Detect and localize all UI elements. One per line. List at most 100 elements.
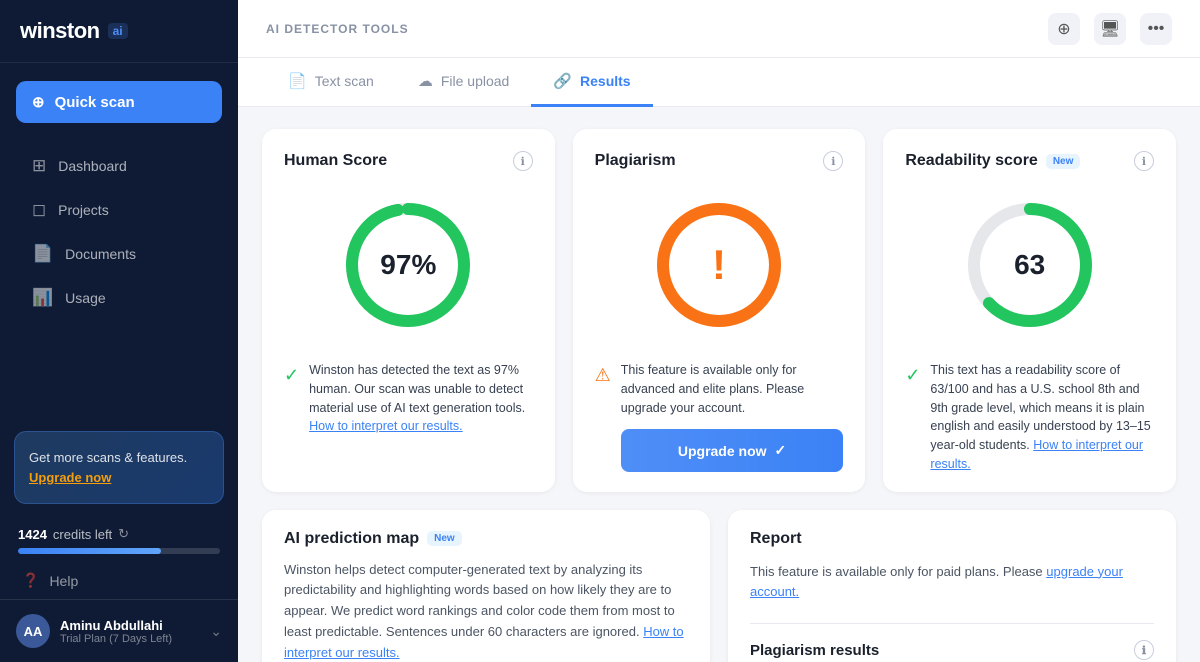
check-icon: ✓ bbox=[905, 362, 920, 389]
readability-donut-wrapper: 63 bbox=[905, 185, 1154, 345]
page-title: AI DETECTOR TOOLS bbox=[266, 22, 409, 36]
logo-area: winston ai bbox=[0, 0, 238, 63]
human-score-footer-text: Winston has detected the text as 97% hum… bbox=[309, 361, 533, 436]
sidebar-item-projects[interactable]: ◻ Projects bbox=[10, 189, 228, 231]
screen-icon: 🖥 bbox=[1100, 19, 1120, 39]
plagiarism-info-icon[interactable]: ℹ bbox=[823, 151, 843, 171]
plagiarism-donut-wrapper: ! bbox=[595, 185, 844, 345]
credits-label: credits left bbox=[53, 527, 112, 542]
add-icon: ⊕ bbox=[1057, 19, 1070, 39]
tab-text-scan[interactable]: 📄 Text scan bbox=[266, 58, 396, 107]
sidebar-item-label: Dashboard bbox=[58, 158, 127, 174]
human-score-info-icon[interactable]: ℹ bbox=[513, 151, 533, 171]
user-info: Aminu Abdullahi Trial Plan (7 Days Left) bbox=[60, 618, 200, 645]
prediction-title-group: AI prediction map New bbox=[284, 530, 688, 548]
more-icon: ••• bbox=[1148, 20, 1165, 38]
upgrade-now-link[interactable]: Upgrade now bbox=[29, 470, 111, 485]
avatar: AA bbox=[16, 614, 50, 648]
projects-icon: ◻ bbox=[32, 200, 46, 220]
readability-info-icon[interactable]: ℹ bbox=[1134, 151, 1154, 171]
plagiarism-results-info-icon[interactable]: ℹ bbox=[1134, 640, 1154, 660]
plagiarism-donut: ! bbox=[649, 195, 789, 335]
topbar: AI DETECTOR TOOLS ⊕ 🖥 ••• bbox=[238, 0, 1200, 58]
card-header: Human Score ℹ bbox=[284, 151, 533, 171]
new-badge: New bbox=[1046, 154, 1081, 169]
credits-number: 1424 bbox=[18, 527, 47, 542]
sidebar-item-label: Documents bbox=[65, 246, 136, 262]
readability-donut: 63 bbox=[960, 195, 1100, 335]
human-score-link[interactable]: How to interpret our results. bbox=[309, 419, 463, 433]
help-icon: ❓ bbox=[22, 572, 39, 589]
file-upload-icon: ☁ bbox=[418, 72, 433, 90]
warning-icon: ⚠ bbox=[595, 362, 611, 389]
card-header: Readability score New ℹ bbox=[905, 151, 1154, 171]
upgrade-banner-text: Get more scans & features. bbox=[29, 450, 187, 465]
quick-scan-label: Quick scan bbox=[55, 94, 135, 111]
readability-card: Readability score New ℹ 63 ✓ bbox=[883, 129, 1176, 492]
card-header: Plagiarism ℹ bbox=[595, 151, 844, 171]
plagiarism-footer: ⚠ This feature is available only for adv… bbox=[595, 361, 844, 472]
plagiarism-results-section: Plagiarism results ℹ bbox=[750, 623, 1154, 660]
human-score-title: Human Score bbox=[284, 152, 387, 170]
plagiarism-title: Plagiarism bbox=[595, 152, 676, 170]
report-title: Report bbox=[750, 530, 802, 548]
main-content: AI DETECTOR TOOLS ⊕ 🖥 ••• 📄 Text scan ☁ … bbox=[238, 0, 1200, 662]
usage-icon: 📊 bbox=[32, 288, 53, 308]
logo-text: winston bbox=[20, 18, 100, 44]
sidebar: winston ai ⊕ Quick scan ⊞ Dashboard ◻ Pro… bbox=[0, 0, 238, 662]
prediction-map-text: Winston helps detect computer-generated … bbox=[284, 560, 688, 662]
human-score-donut-wrapper: 97% bbox=[284, 185, 533, 345]
credits-bar-fill bbox=[18, 548, 161, 554]
sidebar-item-dashboard[interactable]: ⊞ Dashboard bbox=[10, 145, 228, 187]
credits-bar-bg bbox=[18, 548, 220, 554]
report-title-group: Report bbox=[750, 530, 1154, 548]
plagiarism-results-title: Plagiarism results bbox=[750, 642, 879, 659]
content-area: Human Score ℹ 97% ✓ Winston has bbox=[238, 107, 1200, 662]
score-cards-row: Human Score ℹ 97% ✓ Winston has bbox=[262, 129, 1176, 492]
tab-label: Text scan bbox=[315, 73, 374, 89]
upgrade-btn-icon: ✓ bbox=[775, 442, 787, 459]
tab-file-upload[interactable]: ☁ File upload bbox=[396, 58, 532, 107]
tabs: 📄 Text scan ☁ File upload 🔗 Results bbox=[238, 58, 1200, 107]
dashboard-icon: ⊞ bbox=[32, 156, 46, 176]
human-score-donut: 97% bbox=[338, 195, 478, 335]
screen-icon-button[interactable]: 🖥 bbox=[1094, 13, 1126, 45]
plagiarism-alert: ! bbox=[712, 241, 726, 289]
human-score-card: Human Score ℹ 97% ✓ Winston has bbox=[262, 129, 555, 492]
upgrade-now-button[interactable]: Upgrade now ✓ bbox=[621, 429, 844, 472]
help-label: Help bbox=[49, 573, 78, 589]
documents-icon: 📄 bbox=[32, 244, 53, 264]
tab-label: Results bbox=[580, 73, 631, 89]
plagiarism-card: Plagiarism ℹ ! ⚠ This feature i bbox=[573, 129, 866, 492]
tab-results[interactable]: 🔗 Results bbox=[531, 58, 652, 107]
report-card: Report This feature is available only fo… bbox=[728, 510, 1176, 662]
plagiarism-footer-content: This feature is available only for advan… bbox=[621, 361, 844, 472]
sidebar-item-documents[interactable]: 📄 Documents bbox=[10, 233, 228, 275]
more-icon-button[interactable]: ••• bbox=[1140, 13, 1172, 45]
user-plan: Trial Plan (7 Days Left) bbox=[60, 633, 200, 645]
report-text: This feature is available only for paid … bbox=[750, 562, 1154, 604]
ai-prediction-map-card: AI prediction map New Winston helps dete… bbox=[262, 510, 710, 662]
results-icon: 🔗 bbox=[553, 72, 572, 90]
human-score-value: 97% bbox=[380, 249, 436, 281]
readability-value: 63 bbox=[1014, 249, 1045, 281]
sidebar-item-usage[interactable]: 📊 Usage bbox=[10, 277, 228, 319]
sidebar-item-label: Projects bbox=[58, 202, 109, 218]
user-profile[interactable]: AA Aminu Abdullahi Trial Plan (7 Days Le… bbox=[0, 599, 238, 662]
prediction-map-title: AI prediction map bbox=[284, 530, 419, 548]
sidebar-item-help[interactable]: ❓ Help bbox=[0, 562, 238, 599]
upgrade-btn-label: Upgrade now bbox=[678, 443, 767, 459]
quick-scan-button[interactable]: ⊕ Quick scan bbox=[16, 81, 222, 123]
text-scan-icon: 📄 bbox=[288, 72, 307, 90]
quick-scan-icon: ⊕ bbox=[32, 93, 45, 111]
card-title-group: Readability score New bbox=[905, 152, 1080, 170]
plagiarism-footer-text: This feature is available only for advan… bbox=[621, 363, 804, 415]
check-icon: ✓ bbox=[284, 362, 299, 389]
topbar-actions: ⊕ 🖥 ••• bbox=[1048, 13, 1172, 45]
sidebar-item-label: Usage bbox=[65, 290, 105, 306]
logo-ai: ai bbox=[108, 23, 128, 39]
readability-title: Readability score bbox=[905, 152, 1038, 170]
add-icon-button[interactable]: ⊕ bbox=[1048, 13, 1080, 45]
refresh-icon[interactable]: ↻ bbox=[118, 526, 129, 542]
credits-area: 1424 credits left ↻ bbox=[0, 514, 238, 562]
